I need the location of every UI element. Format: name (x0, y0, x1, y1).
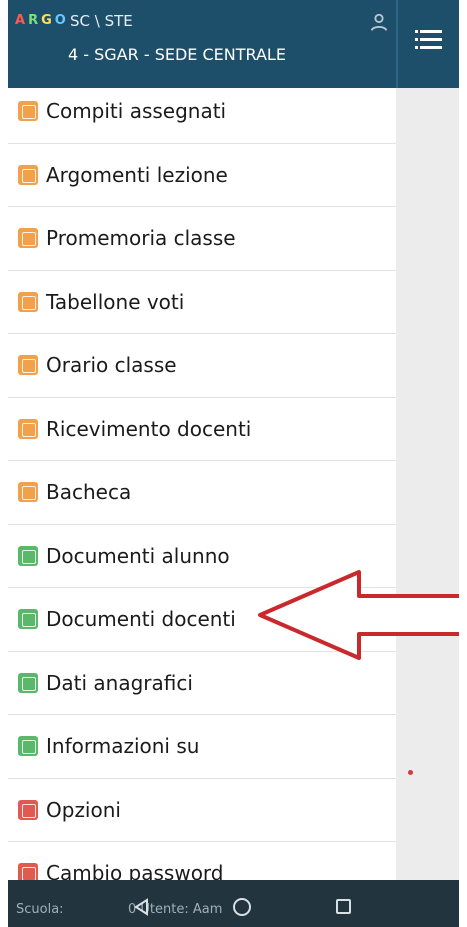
drawer-header: ARGO SC \ STE 4 - SGAR - SEDE CENTRALE (8, 0, 396, 88)
menu-item-promemoria-classe[interactable]: Promemoria classe (8, 207, 396, 271)
personal-data-icon (18, 672, 38, 693)
menu-item-label: Bacheca (46, 480, 132, 505)
menu-item-argomenti-lezione[interactable]: Argomenti lezione (8, 144, 396, 207)
logo-letter-o: O (54, 13, 67, 28)
menu-item-label: Documenti docenti (46, 607, 236, 632)
app-screen: ARGO SC \ STE 4 - SGAR - SEDE CENTRALE C… (8, 0, 459, 927)
notification-dot (408, 770, 413, 775)
menu-item-label: Opzioni (46, 797, 121, 822)
logo-letter-g: G (41, 13, 53, 28)
school-name: SC \ STE (70, 12, 133, 30)
user-profile-icon[interactable] (368, 12, 390, 34)
school-status-label: Scuola: (16, 902, 64, 917)
back-icon[interactable] (133, 898, 151, 916)
menu-item-label: Promemoria classe (46, 226, 236, 251)
home-icon[interactable] (233, 898, 251, 916)
navigation-drawer: ARGO SC \ STE 4 - SGAR - SEDE CENTRALE C… (8, 0, 396, 906)
bottom-navigation-bar: Scuola: 0 Utente: Aam (8, 880, 459, 927)
lesson-topics-icon (18, 164, 38, 185)
menu-item-bacheca[interactable]: Bacheca (8, 461, 396, 525)
info-icon (18, 736, 38, 757)
menu-item-label: Documenti alunno (46, 543, 230, 568)
app-toolbar-right (396, 0, 459, 88)
main-menu: Compiti assegnati Argomenti lezione Prom… (8, 80, 396, 906)
argo-logo: ARGO (14, 12, 68, 29)
teacher-documents-icon (18, 609, 38, 630)
annotation-arrow-icon (258, 570, 459, 660)
menu-item-label: Tabellone voti (46, 289, 185, 314)
menu-item-orario-classe[interactable]: Orario classe (8, 334, 396, 398)
menu-item-label: Ricevimento docenti (46, 416, 252, 441)
wrench-icon (18, 799, 38, 820)
student-documents-icon (18, 545, 38, 566)
menu-item-label: Informazioni su (46, 734, 200, 759)
logo-letter-r: R (28, 13, 40, 28)
grades-board-icon (18, 291, 38, 312)
menu-item-opzioni[interactable]: Opzioni (8, 779, 396, 842)
school-code: 4 - SGAR - SEDE CENTRALE (68, 45, 286, 64)
recent-apps-icon[interactable] (336, 899, 351, 914)
menu-item-label: Compiti assegnati (46, 99, 227, 124)
menu-item-label: Dati anagrafici (46, 670, 193, 695)
menu-item-informazioni-su[interactable]: Informazioni su (8, 715, 396, 779)
logo-letter-a: A (15, 13, 27, 28)
menu-item-compiti-assegnati[interactable]: Compiti assegnati (8, 80, 396, 144)
hamburger-menu-icon[interactable] (415, 30, 442, 52)
menu-item-label: Argomenti lezione (46, 162, 228, 187)
reminder-icon (18, 228, 38, 249)
clock-icon (18, 355, 38, 376)
menu-item-tabellone-voti[interactable]: Tabellone voti (8, 271, 396, 334)
menu-item-ricevimento-docenti[interactable]: Ricevimento docenti (8, 398, 396, 461)
assignment-icon (18, 101, 38, 122)
menu-item-label: Orario classe (46, 353, 177, 378)
teacher-meeting-icon (18, 418, 38, 439)
bulletin-board-icon (18, 482, 38, 503)
